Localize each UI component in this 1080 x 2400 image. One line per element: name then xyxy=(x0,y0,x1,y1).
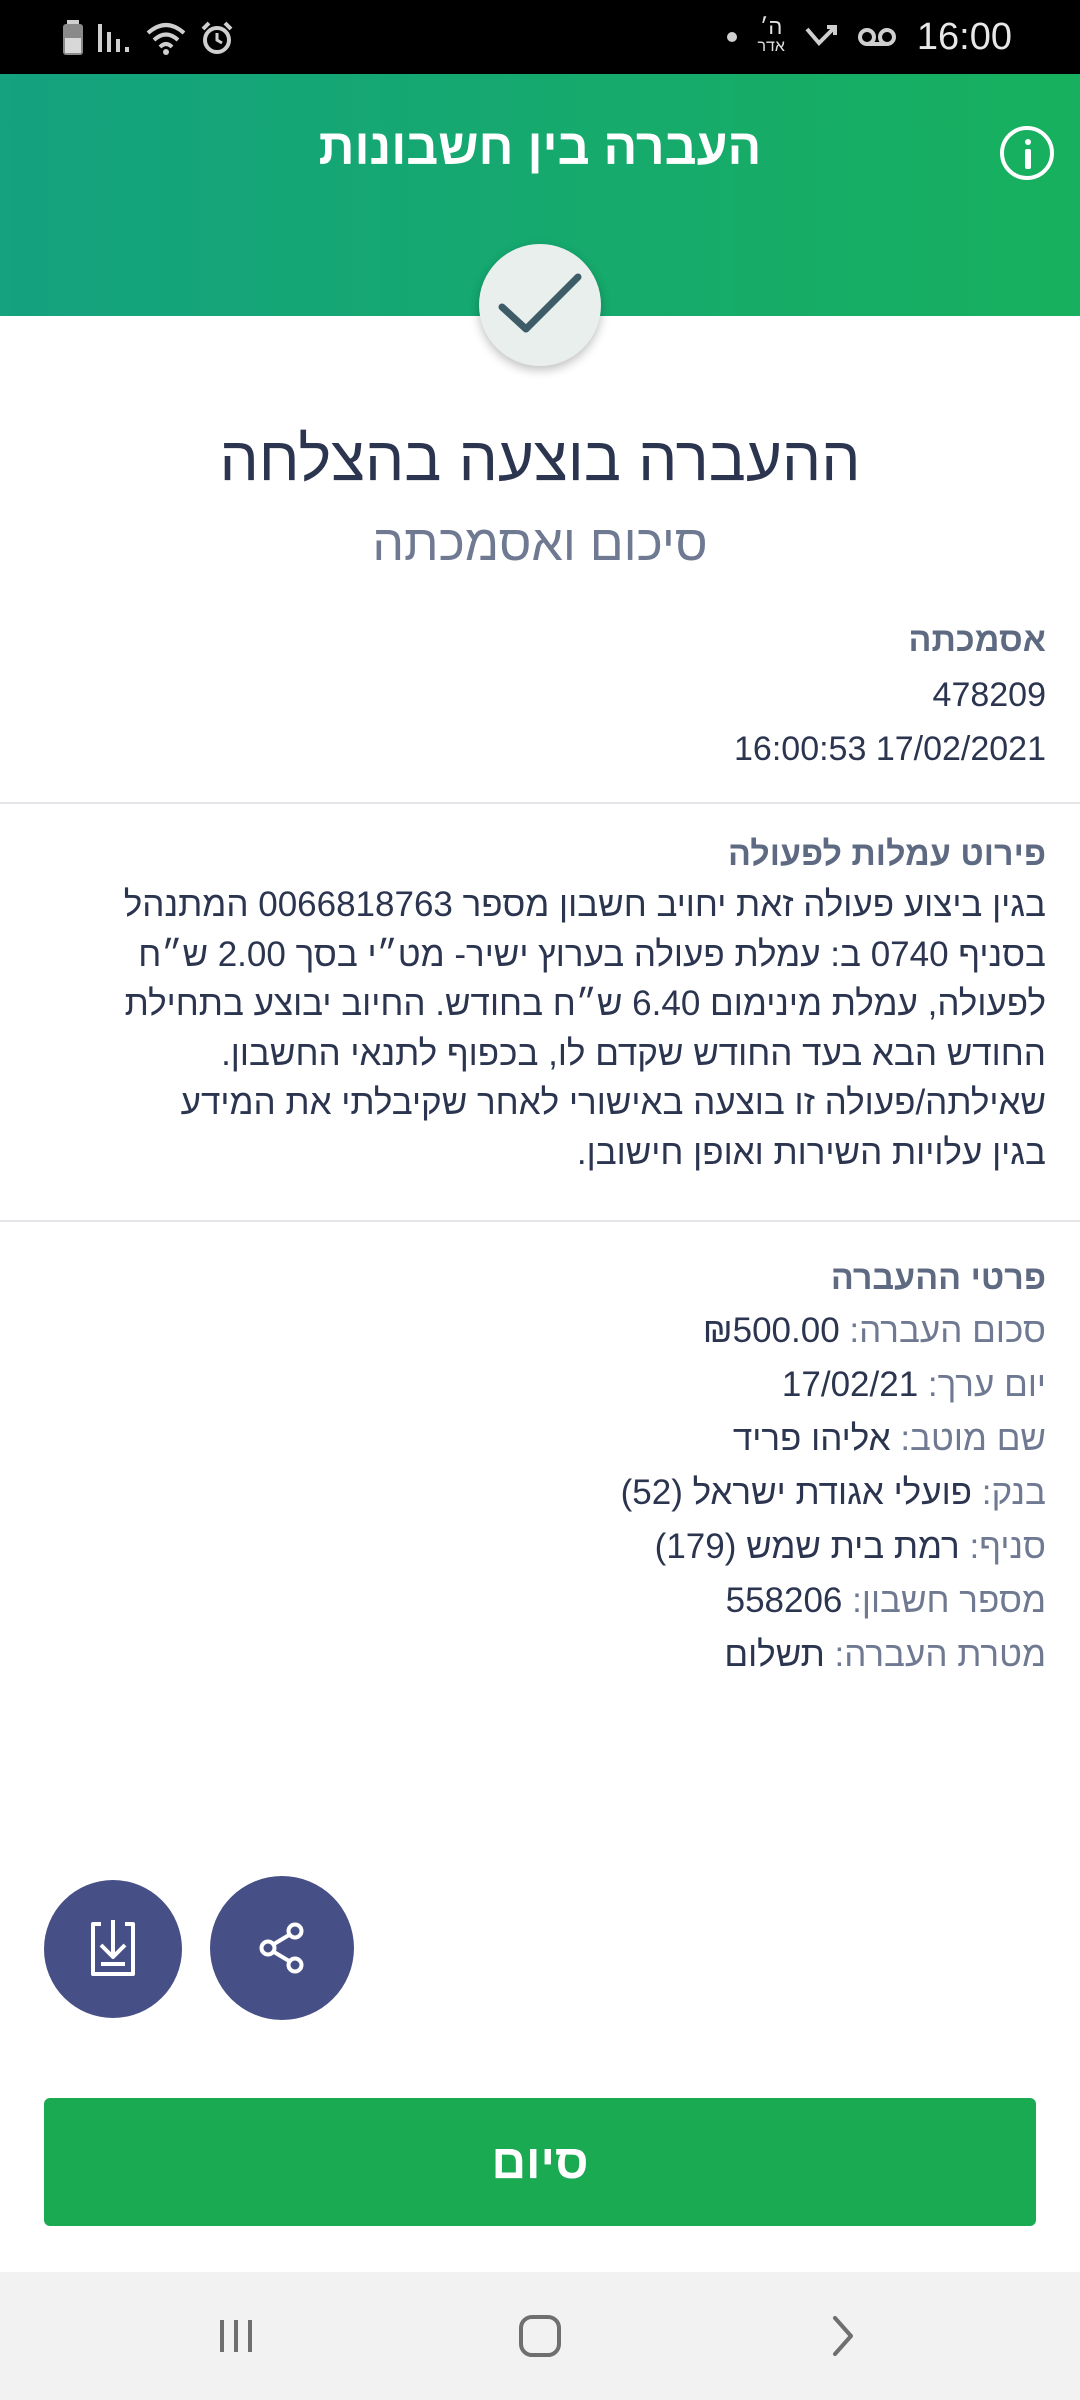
detail-row-beneficiary: שם מוטב: אליהו פריד xyxy=(34,1412,1046,1466)
system-nav-bar xyxy=(0,2272,1080,2400)
detail-label: סניף: xyxy=(969,1527,1047,1566)
divider xyxy=(0,802,1080,804)
detail-row-value-date: יום ערך: 17/02/21 xyxy=(34,1358,1046,1412)
voicemail-icon xyxy=(857,28,896,46)
finish-button[interactable]: סיום xyxy=(44,2098,1036,2226)
page-title: העברה בין חשבונות xyxy=(318,119,762,175)
download-button[interactable] xyxy=(44,1880,182,2018)
clock: 16:00 xyxy=(916,15,1012,58)
detail-row-bank: בנק: פועלי אגודת ישראל (52) xyxy=(34,1466,1046,1520)
detail-value: תשלום xyxy=(724,1635,825,1674)
detail-label: שם מוטב: xyxy=(900,1419,1046,1458)
wifi-icon xyxy=(146,23,186,55)
detail-row-amount: סכום העברה: ₪500.00 xyxy=(34,1304,1046,1358)
fees-line: בסניף 0740 ב: עמלת פעולה בערוץ ישיר- מט״… xyxy=(138,934,1046,974)
success-subtitle: סיכום ואסמכתה xyxy=(372,515,708,571)
detail-row-purpose: מטרת העברה: תשלום xyxy=(34,1628,1046,1682)
detail-row-branch: סניף: רמת בית שמש (179) xyxy=(34,1520,1046,1574)
detail-value: 558206 xyxy=(725,1581,843,1620)
share-button[interactable] xyxy=(210,1876,354,2020)
home-button[interactable] xyxy=(510,2306,570,2366)
detail-label: סכום העברה: xyxy=(849,1311,1046,1350)
details-heading: פרטי ההעברה xyxy=(830,1259,1046,1297)
reference-number: 478209 xyxy=(932,676,1046,714)
back-button[interactable] xyxy=(812,2306,872,2366)
fees-line: בגין עלויות השירות ואופן חישובן. xyxy=(576,1132,1046,1172)
fees-line: לפעולה, עמלת מינימום 6.40 ש״ח בחודש. החי… xyxy=(124,984,1046,1023)
reference-heading: אסמכתה xyxy=(908,621,1046,659)
home-icon xyxy=(519,2315,561,2357)
detail-value: ₪500.00 xyxy=(702,1311,840,1350)
detail-label: מטרת העברה: xyxy=(834,1635,1046,1674)
reference-datetime: 17/02/2021 16:00:53 xyxy=(734,730,1046,768)
detail-value: אליהו פריד xyxy=(732,1419,891,1458)
download-document-icon xyxy=(91,1920,135,1976)
success-check-badge xyxy=(479,244,601,366)
recent-apps-icon xyxy=(220,2320,252,2352)
detail-value: רמת בית שמש (179) xyxy=(654,1527,960,1566)
recent-apps-button[interactable] xyxy=(206,2306,266,2366)
missed-call-icon xyxy=(805,25,837,46)
fees-text: בגין ביצוע פעולה זאת יחויב חשבון מספר 00… xyxy=(34,880,1046,1177)
fees-line: בגין ביצוע פעולה זאת יחויב חשבון מספר 00… xyxy=(123,885,1046,924)
detail-label: מספר חשבון: xyxy=(852,1581,1046,1620)
status-icons-left xyxy=(62,18,234,58)
divider xyxy=(0,1220,1080,1222)
detail-label: בנק: xyxy=(981,1473,1046,1512)
detail-value: 17/02/21 xyxy=(781,1365,919,1404)
checkmark-icon xyxy=(498,273,582,333)
share-icon xyxy=(259,1922,304,1974)
fees-line: שאילתה/פעולה זו בוצעה באישורי לאחר שקיבל… xyxy=(180,1083,1046,1122)
battery-icon xyxy=(63,20,83,55)
signal-icon xyxy=(98,24,129,52)
hebrew-date: ה׳ אדר xyxy=(757,14,785,56)
status-icons-right: ה׳ אדר 16:00 xyxy=(727,14,1012,60)
success-title: ההעברה בוצעה בהצלחה xyxy=(219,425,861,494)
transfer-details-section: פרטי ההעברה סכום העברה: ₪500.00 יום ערך:… xyxy=(34,1252,1046,1682)
fees-section: פירוט עמלות לפעולה בגין ביצוע פעולה זאת … xyxy=(34,828,1046,1177)
detail-row-account: מספר חשבון: 558206 xyxy=(34,1574,1046,1628)
detail-value: פועלי אגודת ישראל (52) xyxy=(620,1473,973,1512)
reference-section: אסמכתה 478209 17/02/2021 16:00:53 xyxy=(34,612,1046,776)
notification-dot-icon xyxy=(727,32,738,42)
alarm-icon xyxy=(201,21,233,54)
fees-heading: פירוט עמלות לפעולה xyxy=(728,835,1046,873)
detail-label: יום ערך: xyxy=(927,1365,1046,1404)
status-bar: ה׳ אדר 16:00 xyxy=(0,0,1080,74)
info-icon[interactable] xyxy=(1000,126,1054,180)
back-icon xyxy=(833,2316,853,2356)
fees-line: החודש הבא בעד החודש שקדם לו, בכפוף לתנאי… xyxy=(221,1033,1046,1073)
